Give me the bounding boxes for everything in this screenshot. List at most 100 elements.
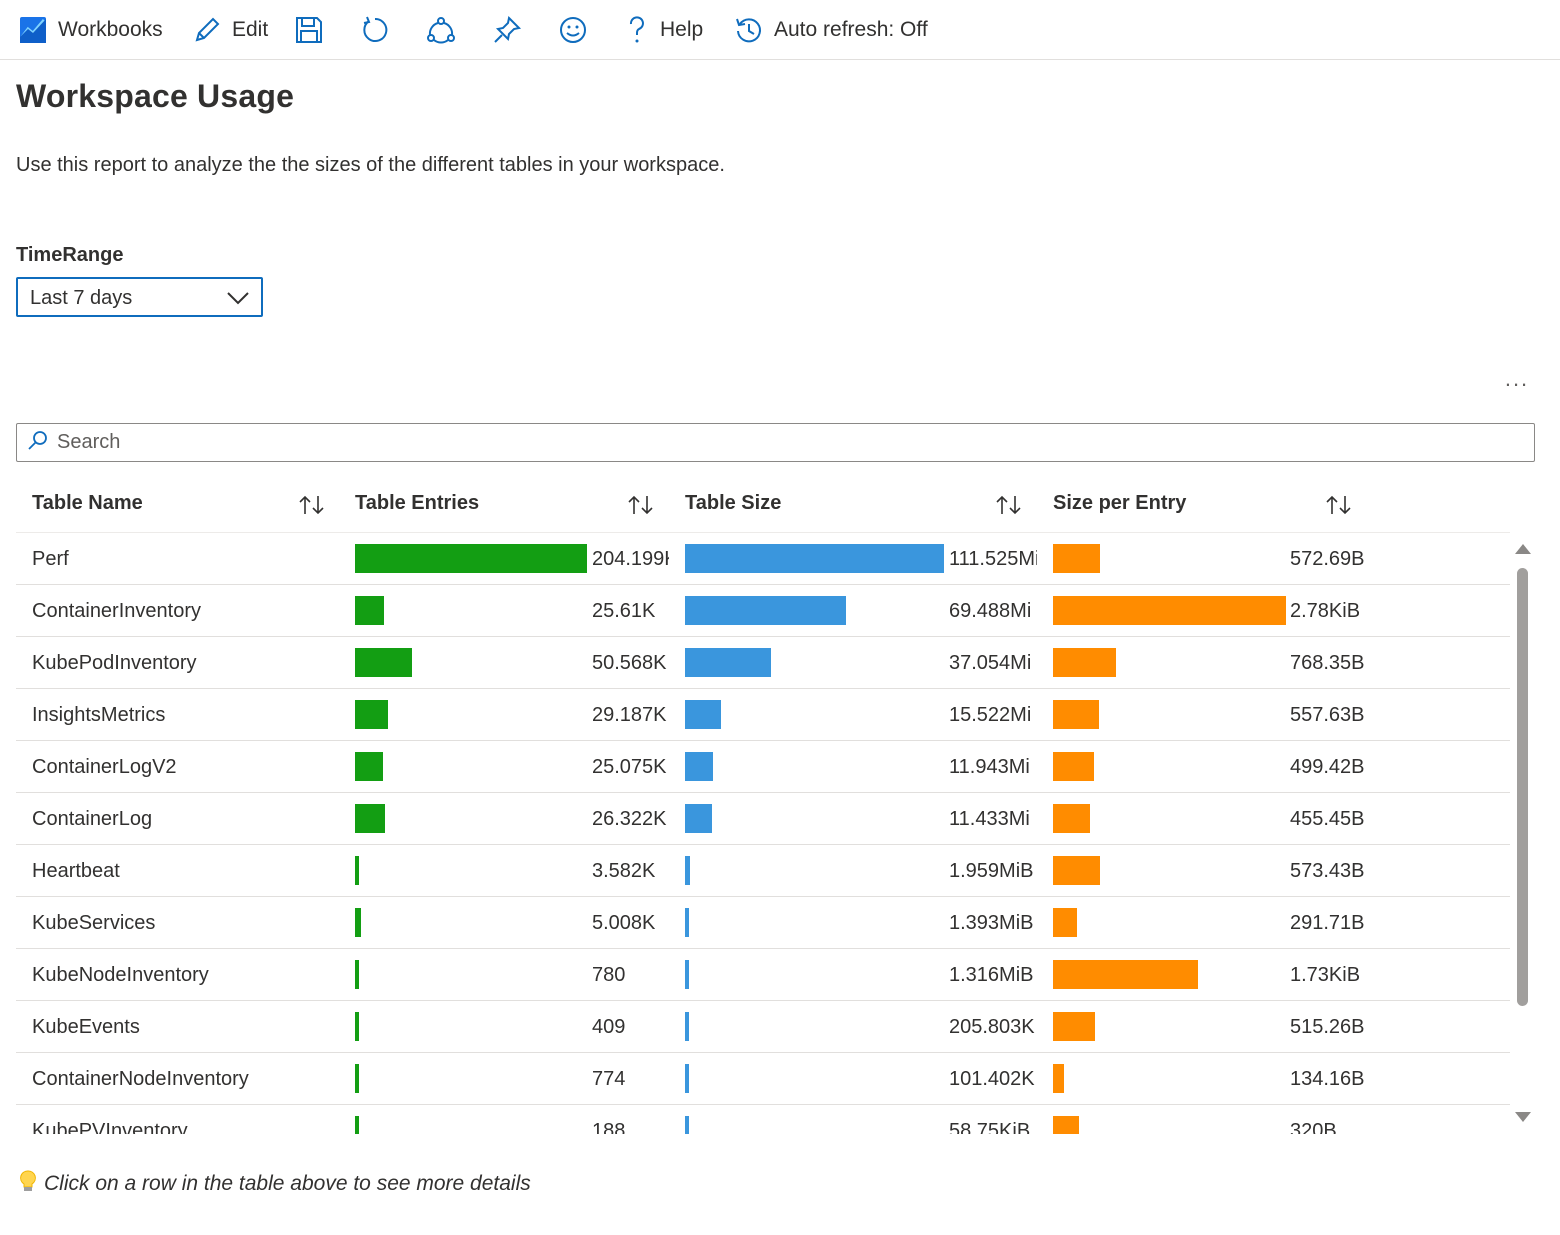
entries-bar	[355, 804, 385, 833]
per-entry-value: 455.45B	[1290, 808, 1365, 830]
table-name-cell: Perf	[32, 548, 69, 570]
size-value: 11.943Mi	[949, 756, 1030, 778]
table-row[interactable]: KubeEvents 409 205.803K 515.26B	[16, 1001, 1510, 1053]
entries-bar	[355, 908, 361, 937]
table-row[interactable]: ContainerInventory 25.61K 69.488Mi 2.78KiB	[16, 585, 1510, 637]
entries-bar	[355, 960, 359, 989]
per-entry-bar	[1053, 856, 1100, 885]
col-header-size-per-entry[interactable]: Size per Entry	[1053, 492, 1186, 515]
entries-value: 409	[592, 1016, 626, 1038]
table-name-cell: KubeServices	[32, 912, 156, 934]
time-range-dropdown[interactable]: Last 7 days	[16, 277, 263, 317]
page-title: Workspace Usage	[16, 78, 295, 114]
share-icon	[426, 15, 456, 45]
size-bar	[685, 596, 846, 625]
sort-icon[interactable]	[995, 494, 1023, 521]
size-value: 11.433Mi	[949, 808, 1030, 830]
scroll-down-icon[interactable]	[1515, 1112, 1531, 1122]
table-scrollbar[interactable]	[1512, 540, 1532, 1130]
per-entry-bar	[1053, 1064, 1064, 1093]
entries-bar	[355, 700, 388, 729]
table-row[interactable]: KubeNodeInventory 780 1.316MiB 1.73KiB	[16, 949, 1510, 1001]
per-entry-bar	[1053, 1012, 1095, 1041]
sort-icon[interactable]	[298, 494, 326, 521]
table-name-cell: InsightsMetrics	[32, 704, 166, 726]
table-name-cell: ContainerLog	[32, 808, 153, 830]
table-row[interactable]: ContainerLogV2 25.075K 11.943Mi 499.42B	[16, 741, 1510, 793]
table-name-cell: Heartbeat	[32, 860, 120, 882]
table-name-cell: ContainerLogV2	[32, 756, 177, 778]
size-value: 1.393MiB	[949, 912, 1034, 934]
per-entry-bar	[1053, 960, 1198, 989]
table-name-cell: KubeEvents	[32, 1016, 140, 1038]
help-button[interactable]: Help	[624, 12, 703, 48]
size-bar	[685, 1116, 689, 1134]
size-bar	[685, 804, 712, 833]
workbooks-button[interactable]: Workbooks	[18, 12, 163, 48]
per-entry-bar	[1053, 700, 1099, 729]
per-entry-value: 2.78KiB	[1290, 600, 1361, 622]
size-bar	[685, 856, 690, 885]
table-row[interactable]: Perf 204.199K 111.525MiB 572.69B	[16, 533, 1510, 585]
size-bar	[685, 1064, 689, 1093]
entries-bar	[355, 752, 383, 781]
edit-button[interactable]: Edit	[192, 12, 268, 48]
size-value: 15.522Mi	[949, 704, 1032, 726]
table-row[interactable]: ContainerNodeInventory 774 101.402K 134.16B	[16, 1053, 1510, 1105]
per-entry-bar	[1053, 804, 1090, 833]
table-name-cell: KubePodInventory	[32, 652, 197, 674]
col-header-table-size[interactable]: Table Size	[685, 492, 781, 515]
entries-value: 780	[592, 964, 626, 986]
command-bar: Workbooks Edit Help Auto refresh: Off	[0, 0, 1560, 60]
per-entry-value: 320B	[1290, 1120, 1337, 1134]
per-entry-value: 1.73KiB	[1290, 964, 1361, 986]
per-entry-value: 499.42B	[1290, 756, 1365, 778]
sort-icon[interactable]	[1325, 494, 1353, 521]
more-options-button[interactable]: ...	[1500, 366, 1534, 392]
table-row[interactable]: KubePodInventory 50.568K 37.054Mi 768.35B	[16, 637, 1510, 689]
hint-label: Click on a row in the table above to see…	[44, 1172, 531, 1195]
refresh-button[interactable]	[360, 12, 390, 48]
per-entry-value: 291.71B	[1290, 912, 1365, 934]
search-icon	[27, 430, 49, 457]
feedback-button[interactable]	[558, 12, 588, 48]
sort-icon[interactable]	[627, 494, 655, 521]
auto-refresh-button[interactable]: Auto refresh: Off	[734, 12, 928, 48]
per-entry-bar	[1053, 596, 1286, 625]
col-header-table-entries[interactable]: Table Entries	[355, 492, 479, 515]
size-value: 205.803K	[949, 1016, 1035, 1038]
col-header-table-name[interactable]: Table Name	[32, 492, 143, 515]
table-row[interactable]: KubeServices 5.008K 1.393MiB 291.71B	[16, 897, 1510, 949]
chevron-down-icon	[227, 291, 249, 310]
save-icon	[294, 15, 324, 45]
workbooks-icon	[18, 15, 48, 45]
per-entry-value: 557.63B	[1290, 704, 1365, 726]
hint-text: Click on a row in the table above to see…	[18, 1169, 531, 1199]
per-entry-bar	[1053, 544, 1100, 573]
size-bar	[685, 752, 713, 781]
size-bar	[685, 648, 771, 677]
size-value: 111.525MiB	[949, 548, 1037, 570]
table-row[interactable]: KubePVInventory 188 58.75KiB 320B	[16, 1105, 1510, 1134]
pin-icon	[492, 15, 522, 45]
feedback-icon	[558, 15, 588, 45]
lightbulb-icon	[18, 1169, 38, 1199]
save-button[interactable]	[294, 12, 324, 48]
refresh-icon	[360, 15, 390, 45]
scroll-up-icon[interactable]	[1515, 544, 1531, 554]
table-row[interactable]: ContainerLog 26.322K 11.433Mi 455.45B	[16, 793, 1510, 845]
per-entry-bar	[1053, 648, 1116, 677]
entries-bar	[355, 1116, 359, 1134]
per-entry-value: 515.26B	[1290, 1016, 1365, 1038]
search-input[interactable]	[55, 429, 1515, 456]
table-row[interactable]: InsightsMetrics 29.187K 15.522Mi 557.63B	[16, 689, 1510, 741]
pin-button[interactable]	[492, 12, 522, 48]
time-range-value: Last 7 days	[30, 287, 133, 309]
size-bar	[685, 1012, 689, 1041]
share-button[interactable]	[426, 12, 456, 48]
entries-value: 26.322K	[592, 808, 667, 830]
scrollbar-thumb[interactable]	[1517, 568, 1528, 1006]
size-value: 1.316MiB	[949, 964, 1034, 986]
help-label: Help	[660, 18, 704, 41]
table-row[interactable]: Heartbeat 3.582K 1.959MiB 573.43B	[16, 845, 1510, 897]
